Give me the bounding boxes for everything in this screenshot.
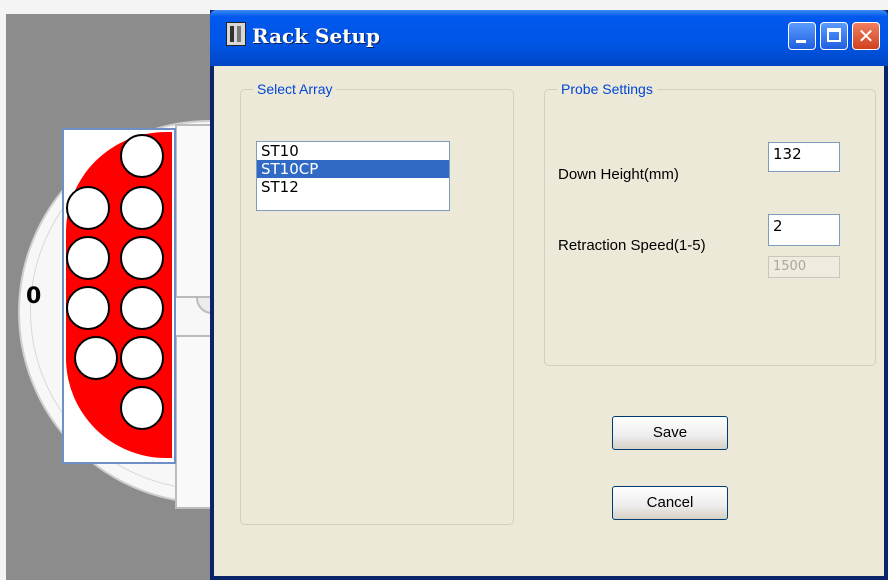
maximize-icon — [827, 28, 841, 42]
retraction-speed-input[interactable]: 2 — [768, 214, 840, 246]
well[interactable] — [66, 286, 110, 330]
down-height-input[interactable]: 132 — [768, 142, 840, 172]
list-item[interactable]: ST12 — [257, 178, 449, 196]
list-item[interactable]: ST10 — [257, 142, 449, 160]
maximize-button[interactable] — [820, 22, 848, 50]
array-listbox[interactable]: ST10 ST10CP ST12 — [256, 141, 450, 211]
minimize-button[interactable] — [788, 22, 816, 50]
save-button[interactable]: Save — [612, 416, 728, 450]
left-edge — [0, 0, 6, 580]
dialog-client-area: Select Array ST10 ST10CP ST12 Probe Sett… — [214, 66, 884, 576]
rack[interactable] — [62, 128, 176, 464]
well[interactable] — [120, 236, 164, 280]
dialog-title: Rack Setup — [252, 24, 380, 48]
title-bar[interactable]: Rack Setup ✕ — [210, 10, 888, 66]
probe-settings-legend: Probe Settings — [557, 81, 657, 97]
well[interactable] — [74, 336, 118, 380]
well[interactable] — [120, 336, 164, 380]
app-icon — [226, 22, 246, 46]
list-item-selected[interactable]: ST10CP — [257, 160, 449, 178]
well[interactable] — [120, 286, 164, 330]
down-height-label: Down Height(mm) — [558, 166, 679, 183]
well[interactable] — [120, 134, 164, 178]
select-array-legend: Select Array — [253, 81, 337, 97]
well[interactable] — [120, 386, 164, 430]
well[interactable] — [66, 186, 110, 230]
rack-setup-dialog: Rack Setup ✕ Select Array ST10 ST10CP ST… — [210, 10, 888, 580]
well[interactable] — [66, 236, 110, 280]
close-icon: ✕ — [857, 24, 875, 48]
retraction-speed-label: Retraction Speed(1-5) — [558, 237, 706, 254]
minimize-icon — [796, 40, 806, 43]
retraction-speed-hint-field: 1500 — [768, 256, 840, 278]
rack-number-label: 0 — [26, 284, 42, 309]
well[interactable] — [120, 186, 164, 230]
cancel-button[interactable]: Cancel — [612, 486, 728, 520]
close-button[interactable]: ✕ — [852, 22, 880, 50]
